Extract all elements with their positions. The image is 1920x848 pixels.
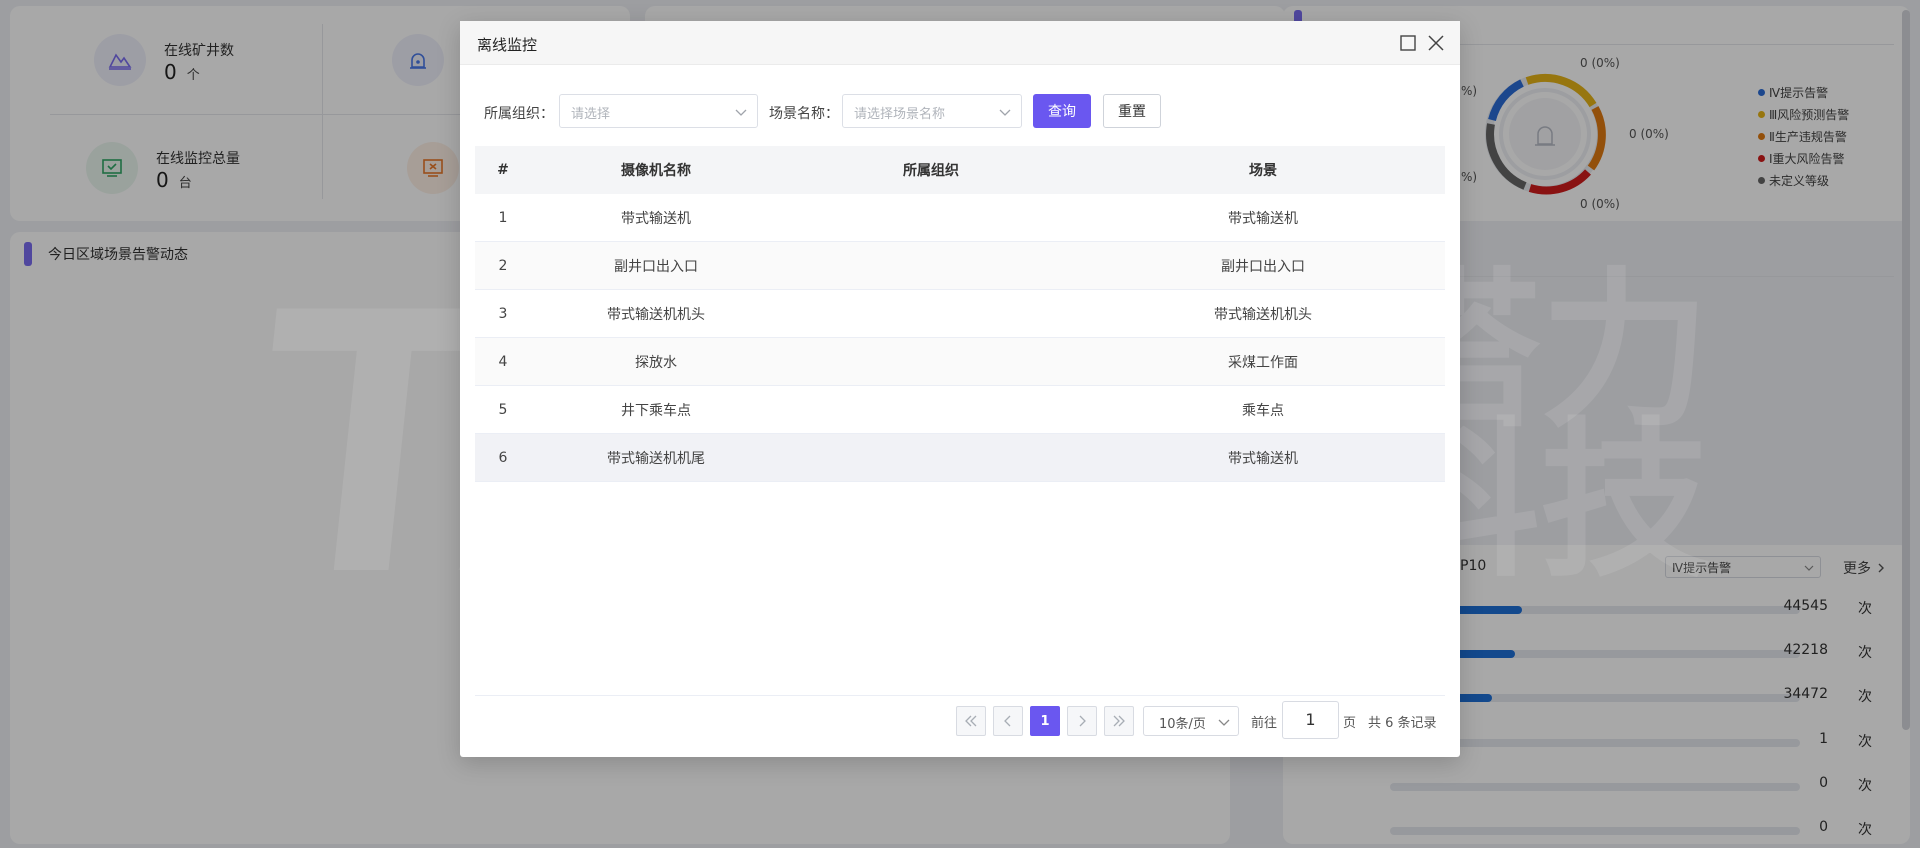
chevron-down-icon bbox=[1218, 719, 1230, 726]
cell-camera: 探放水 bbox=[635, 354, 677, 371]
cell-index: 3 bbox=[498, 305, 508, 322]
scene-select[interactable]: 请选择场景名称 bbox=[842, 94, 1022, 128]
table-header: # 摄像机名称 所属组织 场景 bbox=[475, 146, 1445, 194]
cell-index: 4 bbox=[498, 353, 508, 370]
org-select[interactable]: 请选择 bbox=[559, 94, 758, 128]
goto-suffix: 页 bbox=[1343, 716, 1357, 731]
cell-index: 1 bbox=[498, 209, 508, 226]
chevron-right-icon bbox=[1079, 715, 1086, 727]
cell-scene: 采煤工作面 bbox=[1228, 354, 1298, 371]
last-page-button[interactable] bbox=[1104, 706, 1134, 736]
maximize-icon[interactable] bbox=[1398, 33, 1418, 53]
scene-filter-label: 场景名称： bbox=[769, 106, 839, 122]
table-row[interactable]: 5 井下乘车点 乘车点 bbox=[475, 386, 1445, 434]
table-row[interactable]: 2 副井口出入口 副井口出入口 bbox=[475, 242, 1445, 290]
cell-index: 5 bbox=[498, 401, 508, 418]
offline-monitor-dialog: 离线监控 所属组织： 请选择 场景名称： 请选择场景名称 查询 重置 # 摄像机… bbox=[460, 21, 1460, 757]
goto-page-input[interactable]: 1 bbox=[1282, 701, 1339, 739]
close-icon[interactable] bbox=[1426, 33, 1446, 53]
reset-button[interactable]: 重置 bbox=[1103, 94, 1161, 128]
col-header-camera[interactable]: 摄像机名称 bbox=[531, 160, 781, 180]
cell-scene: 副井口出入口 bbox=[1221, 258, 1305, 275]
page-size-value: 10条/页 bbox=[1159, 717, 1206, 732]
query-button[interactable]: 查询 bbox=[1033, 94, 1091, 128]
cell-camera: 副井口出入口 bbox=[614, 258, 698, 275]
col-header-org[interactable]: 所属组织 bbox=[781, 160, 1081, 180]
cell-camera: 井下乘车点 bbox=[621, 402, 691, 419]
chevron-down-icon bbox=[735, 109, 747, 116]
table-row[interactable]: 4 探放水 采煤工作面 bbox=[475, 338, 1445, 386]
chevron-left-icon bbox=[1004, 715, 1011, 727]
cell-scene: 带式输送机 bbox=[1228, 210, 1298, 227]
cell-index: 6 bbox=[498, 449, 508, 466]
page-number-button[interactable]: 1 bbox=[1030, 706, 1060, 736]
cell-camera: 带式输送机 bbox=[621, 210, 691, 227]
cell-scene: 带式输送机机头 bbox=[1214, 306, 1312, 323]
scene-select-placeholder: 请选择场景名称 bbox=[854, 107, 946, 122]
col-header-scene[interactable]: 场景 bbox=[1081, 160, 1445, 180]
org-select-placeholder: 请选择 bbox=[571, 107, 611, 122]
offline-monitor-table: # 摄像机名称 所属组织 场景 1 带式输送机 带式输送机 2 副井口出入口 副… bbox=[475, 146, 1445, 482]
col-header-index[interactable]: # bbox=[475, 162, 531, 178]
table-row[interactable]: 1 带式输送机 带式输送机 bbox=[475, 194, 1445, 242]
next-page-button[interactable] bbox=[1067, 706, 1097, 736]
first-page-button[interactable] bbox=[956, 706, 986, 736]
cell-camera: 带式输送机机尾 bbox=[607, 450, 705, 467]
table-row[interactable]: 3 带式输送机机头 带式输送机机头 bbox=[475, 290, 1445, 338]
prev-page-button[interactable] bbox=[993, 706, 1023, 736]
double-chevron-right-icon bbox=[1113, 715, 1125, 727]
cell-scene: 带式输送机 bbox=[1228, 450, 1298, 467]
table-row[interactable]: 6 带式输送机机尾 带式输送机 bbox=[475, 434, 1445, 482]
dialog-header: 离线监控 bbox=[460, 21, 1460, 65]
org-filter-label: 所属组织： bbox=[484, 106, 554, 122]
cell-index: 2 bbox=[498, 257, 508, 274]
cell-camera: 带式输送机机头 bbox=[607, 306, 705, 323]
goto-prefix: 前往 bbox=[1251, 716, 1278, 731]
double-chevron-left-icon bbox=[965, 715, 977, 727]
pager-divider bbox=[475, 695, 1445, 696]
cell-scene: 乘车点 bbox=[1242, 402, 1284, 419]
chevron-down-icon bbox=[999, 109, 1011, 116]
dialog-title: 离线监控 bbox=[477, 36, 538, 54]
total-records: 共 6 条记录 bbox=[1368, 716, 1437, 731]
page-size-select[interactable]: 10条/页 bbox=[1143, 706, 1239, 736]
